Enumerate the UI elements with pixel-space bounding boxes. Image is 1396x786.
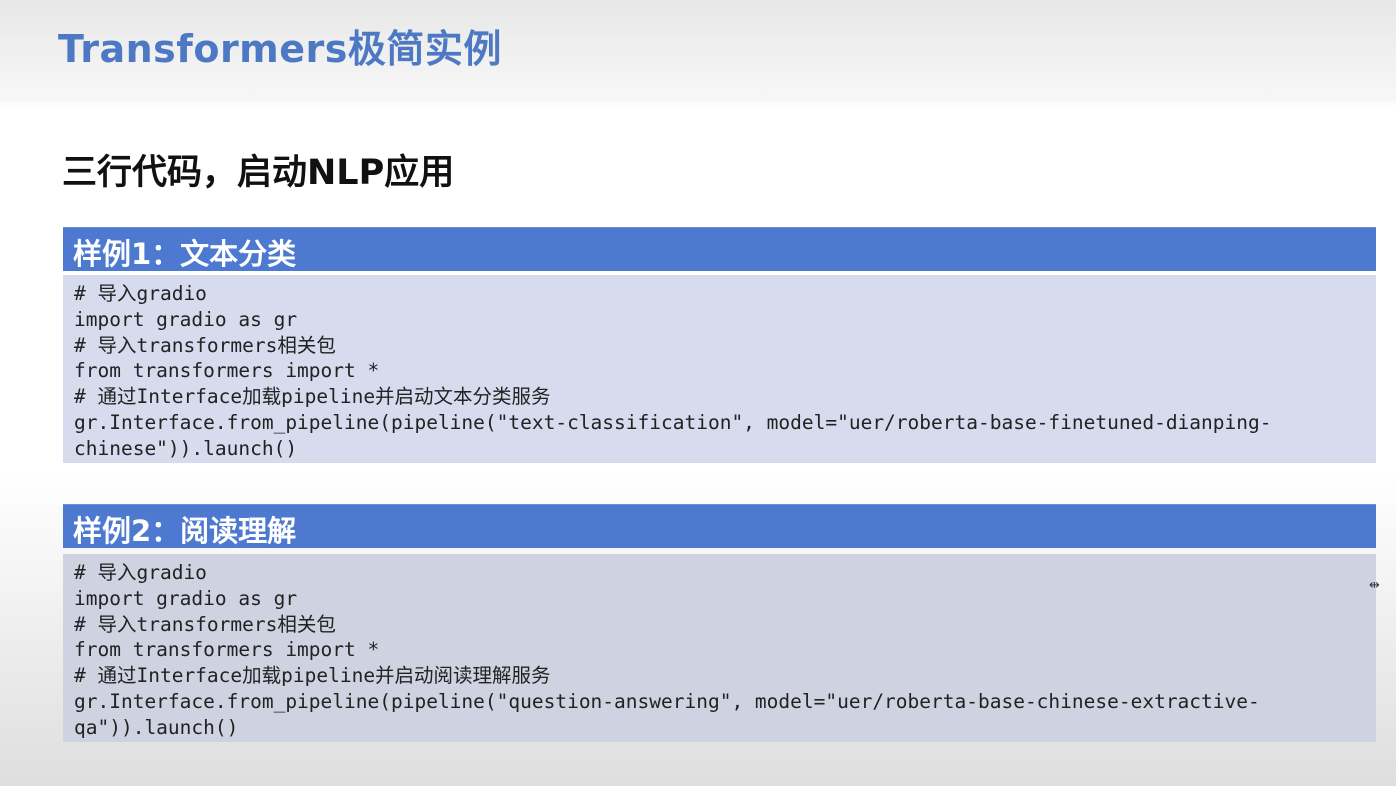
example-1-code-block: # 导入gradio import gradio as gr # 导入trans…: [63, 275, 1376, 463]
code-line: gr.Interface.from_pipeline(pipeline("tex…: [74, 410, 1272, 434]
code-line: from transformers import *: [74, 638, 380, 662]
example-1-title: 样例1：文本分类: [73, 237, 297, 271]
code-line: # 导入gradio: [74, 282, 207, 305]
code-line: # 通过Interface加载pipeline并启动阅读理解服务: [74, 664, 551, 688]
slide-subtitle: 三行代码，启动NLP应用: [62, 153, 455, 193]
example-1-header: 样例1：文本分类: [63, 227, 1376, 271]
code-line: import gradio as gr: [74, 307, 298, 331]
slide-title: Transformers极简实例: [58, 27, 502, 71]
example-2-code-block: # 导入gradio import gradio as gr # 导入trans…: [63, 554, 1376, 742]
code-line: # 导入transformers相关包: [74, 612, 336, 636]
example-2-title: 样例2：阅读理解: [73, 514, 297, 548]
code-line: # 通过Interface加载pipeline并启动文本分类服务: [74, 385, 551, 409]
code-line: chinese")).launch(): [74, 436, 298, 460]
resize-cursor-icon: ⇹: [1369, 578, 1380, 593]
code-line: # 导入gradio: [74, 561, 207, 584]
code-line: import gradio as gr: [74, 586, 298, 610]
code-line: # 导入transformers相关包: [74, 333, 336, 357]
code-line: gr.Interface.from_pipeline(pipeline("que…: [74, 689, 1260, 713]
code-line: qa")).launch(): [74, 715, 239, 739]
code-line: from transformers import *: [74, 359, 380, 383]
example-2-header: 样例2：阅读理解: [63, 504, 1376, 548]
